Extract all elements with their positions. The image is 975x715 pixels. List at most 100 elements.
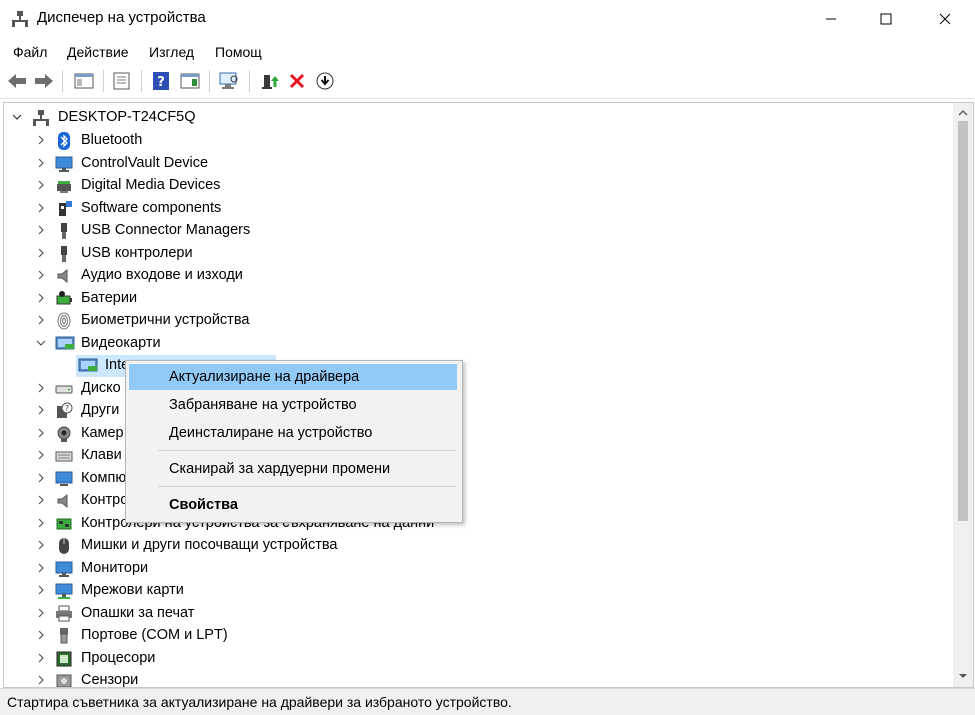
tree-row[interactable]: Bluetooth <box>4 130 944 152</box>
tree-row[interactable]: Digital Media Devices <box>4 175 944 197</box>
tree-item-label: Процесори <box>81 649 156 666</box>
disable-device-icon[interactable] <box>313 69 337 93</box>
mouse-icon <box>55 537 73 555</box>
ctx-disable-device[interactable]: Забраняване на устройство <box>129 392 457 418</box>
chevron-right-icon[interactable] <box>36 225 46 235</box>
tree-item-label: Портове (COM и LPT) <box>81 627 228 643</box>
tree-item-label: Монитори <box>81 559 149 576</box>
tree-item-label: Мрежови карти <box>81 582 184 598</box>
show-hide-console-tree-icon[interactable] <box>72 69 96 93</box>
close-button[interactable] <box>919 0 971 38</box>
camera-icon <box>55 425 73 443</box>
toolbar: ? <box>0 66 975 99</box>
chevron-right-icon[interactable] <box>36 473 46 483</box>
maximize-button[interactable] <box>860 0 912 38</box>
scrollbar-thumb[interactable] <box>958 121 968 521</box>
tree-row[interactable]: Мишки и други посочващи устройства <box>4 535 944 557</box>
action-pane-icon[interactable] <box>178 69 202 93</box>
sensor-icon <box>55 672 73 687</box>
tree-item-label: Опашки за печат <box>81 604 195 621</box>
chevron-right-icon[interactable] <box>36 450 46 460</box>
vertical-scrollbar[interactable] <box>953 102 974 688</box>
fingerprint-icon <box>55 312 73 330</box>
menu-bar: Файл Действие Изглед Помощ <box>0 38 975 66</box>
chevron-right-icon[interactable] <box>36 270 46 280</box>
uninstall-icon[interactable] <box>285 69 309 93</box>
tree-item-label: Камер <box>81 424 124 441</box>
tree-row[interactable]: Монитори <box>4 558 944 580</box>
back-icon[interactable] <box>5 69 29 93</box>
tree-row[interactable]: Видеокарти <box>4 333 944 355</box>
tree-item-label: Аудио входове и изходи <box>81 267 243 283</box>
chevron-right-icon[interactable] <box>36 563 46 573</box>
scroll-up-icon[interactable] <box>958 108 968 118</box>
chevron-right-icon[interactable] <box>36 540 46 550</box>
tree-row[interactable]: Аудио входове и изходи <box>4 265 944 287</box>
context-menu: Актуализиране на драйвера Забраняване на… <box>125 360 463 523</box>
tree-row[interactable]: Портове (COM и LPT) <box>4 625 944 647</box>
scroll-down-icon[interactable] <box>958 671 968 681</box>
bluetooth-icon <box>55 132 73 150</box>
tree-root-row[interactable]: DESKTOP-T24CF5Q <box>4 107 944 129</box>
network-adapter-icon <box>55 582 73 600</box>
chevron-right-icon[interactable] <box>36 585 46 595</box>
chevron-right-icon[interactable] <box>36 203 46 213</box>
scan-hardware-icon[interactable] <box>217 69 241 93</box>
chevron-right-icon[interactable] <box>36 495 46 505</box>
chevron-right-icon[interactable] <box>36 630 46 640</box>
tree-item-label: Видеокарти <box>81 334 161 351</box>
computer-icon <box>55 470 73 488</box>
tree-row[interactable]: ControlVault Device <box>4 153 944 175</box>
status-text: Стартира съветника за актуализиране на д… <box>7 694 512 710</box>
keyboard-icon <box>55 447 73 465</box>
chevron-right-icon[interactable] <box>36 608 46 618</box>
ctx-update-driver[interactable]: Актуализиране на драйвера <box>129 364 457 390</box>
tree-row[interactable]: Мрежови карти <box>4 580 944 602</box>
speaker-icon <box>55 492 73 510</box>
tree-row[interactable]: Опашки за печат <box>4 603 944 625</box>
minimize-button[interactable] <box>805 0 857 38</box>
tree-item-label: Bluetooth <box>81 132 143 148</box>
chevron-right-icon[interactable] <box>36 158 46 168</box>
chevron-right-icon[interactable] <box>36 315 46 325</box>
tree-row[interactable]: Биометрични устройства <box>4 310 944 332</box>
tree-row[interactable]: Сензори <box>4 670 944 687</box>
chevron-right-icon[interactable] <box>36 675 46 685</box>
chevron-right-icon[interactable] <box>36 180 46 190</box>
chevron-right-icon[interactable] <box>36 653 46 663</box>
tree-item-label: Други <box>81 402 120 418</box>
forward-icon[interactable] <box>32 69 56 93</box>
properties-icon[interactable] <box>110 69 134 93</box>
menu-view[interactable]: Изглед <box>149 44 194 60</box>
chevron-down-icon[interactable] <box>12 112 22 122</box>
help-icon[interactable]: ? <box>149 69 173 93</box>
tree-row[interactable]: Процесори <box>4 648 944 670</box>
ctx-uninstall-device[interactable]: Деинсталиране на устройство <box>129 420 457 446</box>
chevron-right-icon[interactable] <box>36 248 46 258</box>
unknown-device-icon: ? <box>55 402 73 420</box>
update-driver-icon[interactable] <box>257 69 281 93</box>
tree-item-label: Батерии <box>81 289 138 306</box>
processor-icon <box>55 650 73 668</box>
menu-help[interactable]: Помощ <box>215 44 262 60</box>
menu-action[interactable]: Действие <box>67 44 129 60</box>
chevron-right-icon[interactable] <box>36 135 46 145</box>
chevron-right-icon[interactable] <box>36 293 46 303</box>
display-adapter-icon <box>55 335 75 353</box>
ctx-scan-hardware[interactable]: Сканирай за хардуерни промени <box>129 456 457 482</box>
port-icon <box>55 627 73 645</box>
computer-root-icon <box>32 109 50 127</box>
tree-row[interactable]: USB Connector Managers <box>4 220 944 242</box>
chevron-down-icon[interactable] <box>36 338 46 348</box>
chevron-right-icon[interactable] <box>36 518 46 528</box>
ctx-properties[interactable]: Свойства <box>129 492 457 518</box>
tree-row[interactable]: USB контролери <box>4 243 944 265</box>
chevron-right-icon[interactable] <box>36 428 46 438</box>
menu-file[interactable]: Файл <box>13 44 47 60</box>
tree-item-label: Software components <box>81 199 222 216</box>
chevron-right-icon[interactable] <box>36 383 46 393</box>
tree-item-label: Компю <box>81 469 127 486</box>
tree-row[interactable]: Батерии <box>4 288 944 310</box>
tree-row[interactable]: Software components <box>4 198 944 220</box>
chevron-right-icon[interactable] <box>36 405 46 415</box>
